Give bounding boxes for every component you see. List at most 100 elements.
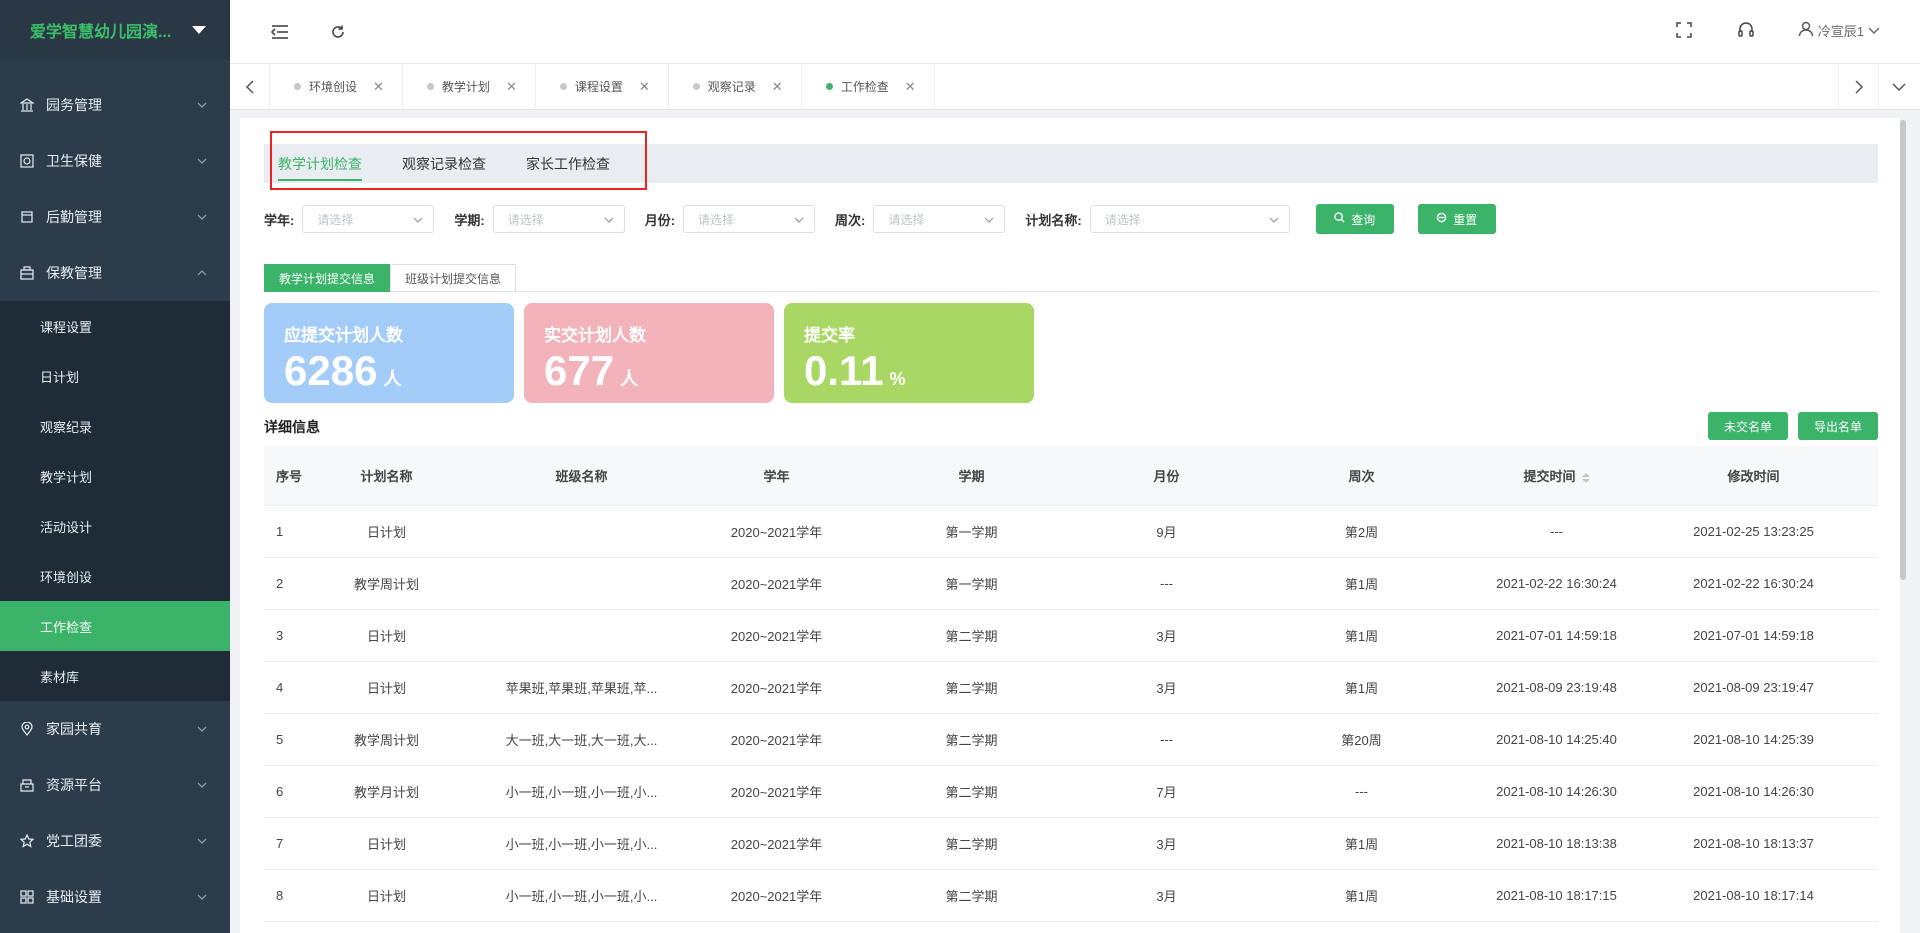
sidebar-sub-item-0[interactable]: 课程设置	[0, 301, 230, 351]
tab-item-1[interactable]: 教学计划 ✕	[403, 64, 536, 109]
table-cell: 第1周	[1344, 837, 1379, 852]
plan-name-select[interactable]: 请选择	[1089, 205, 1290, 233]
refresh-icon[interactable]	[328, 22, 348, 42]
term-select[interactable]: 请选择	[492, 205, 625, 233]
brand-header[interactable]: 爱学智慧幼儿园演...	[0, 0, 230, 60]
sidebar-menu-label: 卫生保健	[46, 153, 102, 169]
caret-down-icon[interactable]	[192, 26, 206, 34]
table-cell: 3月	[1156, 889, 1177, 904]
stat-value-row: 0.11%	[804, 350, 1034, 392]
stat-value: 6286	[284, 347, 378, 394]
brand-title: 爱学智慧幼儿园演...	[30, 24, 172, 41]
close-icon[interactable]: ✕	[772, 79, 783, 95]
sidebar-menu-label: 园务管理	[46, 97, 102, 113]
table-header-cell: 修改时间	[1629, 466, 1878, 485]
tab-label: 环境创设	[309, 80, 358, 94]
table-header-label: 月份	[1153, 469, 1180, 484]
table-header-cell: 班级名称	[459, 466, 704, 485]
table-cell: 小一班,小一班,小一班,小...	[505, 889, 658, 904]
sidebar-sub-item-7[interactable]: 素材库	[0, 651, 230, 701]
table-cell: ---	[1160, 732, 1173, 747]
tab-item-0[interactable]: 环境创设 ✕	[270, 64, 403, 109]
table-header-label: 学期	[958, 469, 985, 484]
tabs-scroll-right-icon[interactable]	[1838, 64, 1878, 109]
sort-icon[interactable]	[1581, 472, 1590, 483]
table-row[interactable]: 4 日计划 苹果班,苹果班,苹果班,苹... 2020~2021学年 第二学期 3月 第1周…	[264, 662, 1878, 714]
sidebar-sub-item-3[interactable]: 教学计划	[0, 451, 230, 501]
sidebar-sub-item-2[interactable]: 观察纪录	[0, 401, 230, 451]
user-name: 冷宣辰1	[1817, 23, 1864, 39]
sidebar-menu-a-1[interactable]: 卫生保健	[0, 133, 230, 189]
sidebar-menu-label: 党工团委	[46, 833, 102, 849]
tab-parent-work-check[interactable]: 家长工作检查	[526, 144, 610, 183]
chevron-down-icon	[984, 212, 994, 226]
table-cell: 教学周计划	[353, 733, 419, 748]
user-menu[interactable]: 冷宣辰1	[1798, 21, 1880, 40]
tab-observation-check[interactable]: 观察记录检查	[402, 144, 486, 183]
table-row[interactable]: 2 教学周计划 2020~2021学年 第一学期 --- 第1周 2021-02-22 16…	[264, 558, 1878, 610]
unsubmitted-list-button[interactable]: 未交名单	[1708, 412, 1788, 440]
query-button[interactable]: 查询	[1315, 204, 1394, 234]
sidebar-menu: 园务管理卫生保健后勤管理 保教管理 课程设置 日计划 观察纪录 教学计划 活动设计 环境创设工…	[0, 77, 230, 925]
sidebar-menu-a-2[interactable]: 后勤管理	[0, 189, 230, 245]
tabs-bar: 环境创设 ✕ 教学计划 ✕ 课程设置 ✕ 观察记录 ✕ 工作检查 ✕	[230, 64, 1920, 110]
fullscreen-icon[interactable]	[1674, 20, 1694, 40]
week-select[interactable]: 请选择	[873, 205, 1006, 233]
menu-fold-icon[interactable]	[270, 22, 290, 42]
tab-list: 环境创设 ✕ 教学计划 ✕ 课程设置 ✕ 观察记录 ✕ 工作检查 ✕	[270, 64, 935, 109]
table-row[interactable]: 7 日计划 小一班,小一班,小一班,小... 2020~2021学年 第二学期 3月 第1周…	[264, 818, 1878, 870]
sidebar-menu-b-1[interactable]: 资源平台	[0, 757, 230, 813]
sidebar-sub-item-5[interactable]: 环境创设	[0, 551, 230, 601]
year-select[interactable]: 请选择	[302, 205, 435, 233]
sidebar-sub-item-1[interactable]: 日计划	[0, 351, 230, 401]
reset-button[interactable]: 重置	[1417, 204, 1496, 234]
year-label: 学年:	[264, 212, 295, 228]
sidebar-menu-a-3[interactable]: 保教管理	[0, 245, 230, 301]
table-row[interactable]: 8 日计划 小一班,小一班,小一班,小... 2020~2021学年 第二学期 3月 第1周…	[264, 870, 1878, 922]
table-row[interactable]: 6 教学月计划 小一班,小一班,小一班,小... 2020~2021学年 第二学期 7月 -…	[264, 766, 1878, 818]
stat-card-1: 实交计划人数 677 人	[524, 303, 774, 403]
table-cell: 第二学期	[945, 837, 998, 852]
table-cell: 第1周	[1344, 629, 1379, 644]
tab-item-3[interactable]: 观察记录 ✕	[669, 64, 802, 109]
sidebar-menu-b-3[interactable]: 基础设置	[0, 869, 230, 925]
table-cell: 2021-08-10 14:25:39	[1693, 732, 1814, 747]
table-row[interactable]: 5 教学周计划 大一班,大一班,大一班,大... 2020~2021学年 第二学期 ---…	[264, 714, 1878, 766]
table-header-label: 班级名称	[555, 469, 608, 484]
headset-icon[interactable]	[1736, 20, 1756, 40]
table-header-cell[interactable]: 提交时间	[1484, 466, 1629, 485]
table-cell: 2021-02-22 16:30:24	[1693, 576, 1814, 591]
stats-cards: 应提交计划人数 6286 人实交计划人数 677 人提交率 0.11%	[264, 303, 1034, 403]
sidebar-submenu: 课程设置 日计划 观察纪录 教学计划 活动设计 环境创设 工作检查 素材库	[0, 301, 230, 701]
tabs-scroll-left-icon[interactable]	[230, 64, 270, 109]
stat-value-row: 6286 人	[284, 350, 514, 392]
tab-item-2[interactable]: 课程设置 ✕	[536, 64, 669, 109]
search-icon	[1334, 212, 1345, 226]
table-row[interactable]: 1 日计划 2020~2021学年 第一学期 9月 第2周 --- 2021-02-25 13…	[264, 506, 1878, 558]
table-cell: ---	[1550, 524, 1563, 539]
close-icon[interactable]: ✕	[905, 79, 916, 95]
month-select[interactable]: 请选择	[683, 205, 816, 233]
export-list-button[interactable]: 导出名单	[1798, 412, 1878, 440]
close-icon[interactable]: ✕	[506, 79, 517, 95]
sidebar-sub-item-6[interactable]: 工作检查	[0, 601, 230, 651]
sidebar-sub-item-4[interactable]: 活动设计	[0, 501, 230, 551]
tabs-dropdown-icon[interactable]	[1878, 64, 1918, 109]
tab-class-plan-submission[interactable]: 班级计划提交信息	[390, 264, 517, 292]
sidebar-menu-b-0[interactable]: 家园共育	[0, 701, 230, 757]
page-scrollbar[interactable]	[1900, 120, 1906, 580]
tab-status-dot	[692, 83, 700, 90]
tab-teaching-plan-check[interactable]: 教学计划检查	[278, 144, 362, 183]
table-row[interactable]: 3 日计划 2020~2021学年 第二学期 3月 第1周 2021-07-01 14:59…	[264, 610, 1878, 662]
table-cell: 2021-08-10 18:13:38	[1496, 836, 1617, 851]
close-icon[interactable]: ✕	[639, 79, 650, 95]
table-cell: 2021-02-22 16:30:24	[1496, 576, 1617, 591]
close-icon[interactable]: ✕	[373, 79, 384, 95]
tab-item-4[interactable]: 工作检查 ✕	[802, 64, 935, 109]
table-header-label: 学年	[763, 469, 790, 484]
sidebar-menu-a-0[interactable]: 园务管理	[0, 77, 230, 133]
tab-teaching-plan-submission[interactable]: 教学计划提交信息	[264, 264, 391, 292]
sidebar-menu-b-2[interactable]: 党工团委	[0, 813, 230, 869]
table-cell: 苹果班,苹果班,苹果班,苹...	[505, 681, 658, 696]
box-icon	[20, 778, 34, 792]
